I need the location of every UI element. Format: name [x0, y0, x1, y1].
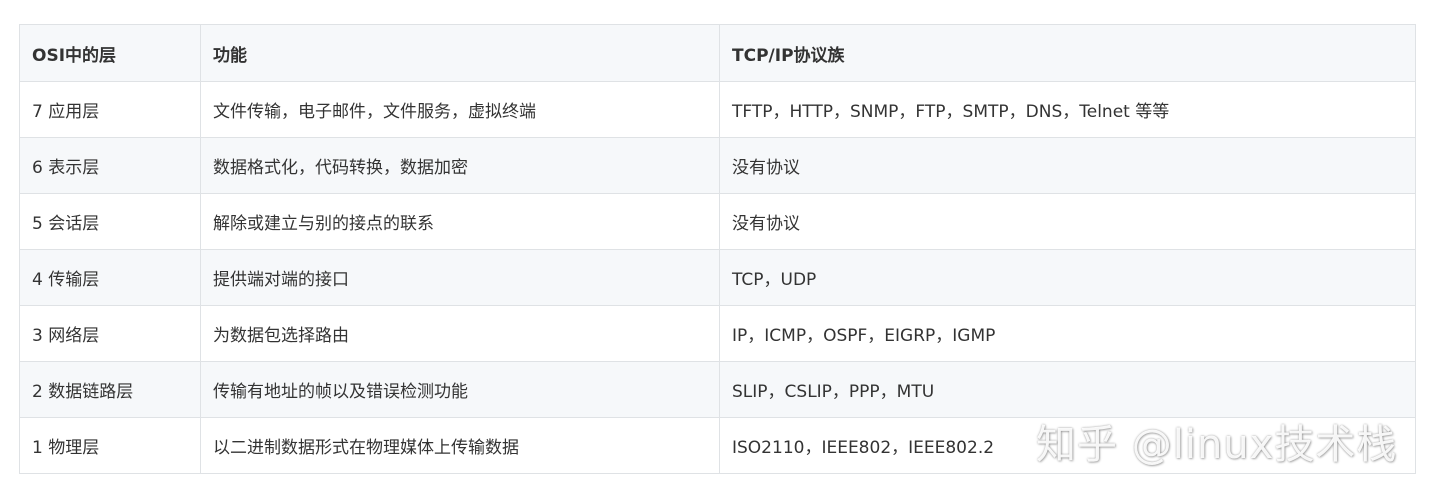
cell-layer: 4 传输层 — [19, 249, 201, 306]
cell-protocols: TFTP，HTTP，SNMP，FTP，SMTP，DNS，Telnet 等等 — [719, 81, 1416, 138]
cell-layer: 1 物理层 — [19, 417, 201, 474]
table-row: 6 表示层 数据格式化，代码转换，数据加密 没有协议 — [19, 137, 1416, 194]
osi-tcpip-table: OSI中的层 功能 TCP/IP协议族 7 应用层 文件传输，电子邮件，文件服务… — [19, 24, 1416, 474]
header-function: 功能 — [200, 24, 720, 82]
cell-protocols: 没有协议 — [719, 137, 1416, 194]
cell-function: 数据格式化，代码转换，数据加密 — [200, 137, 720, 194]
cell-function: 以二进制数据形式在物理媒体上传输数据 — [200, 417, 720, 474]
cell-layer: 2 数据链路层 — [19, 361, 201, 418]
cell-function: 为数据包选择路由 — [200, 305, 720, 362]
table-row: 5 会话层 解除或建立与别的接点的联系 没有协议 — [19, 193, 1416, 250]
cell-protocols: TCP，UDP — [719, 249, 1416, 306]
cell-protocols: SLIP，CSLIP，PPP，MTU — [719, 361, 1416, 418]
table-header-row: OSI中的层 功能 TCP/IP协议族 — [19, 24, 1416, 82]
cell-layer: 7 应用层 — [19, 81, 201, 138]
cell-protocols: IP，ICMP，OSPF，EIGRP，IGMP — [719, 305, 1416, 362]
table-row: 2 数据链路层 传输有地址的帧以及错误检测功能 SLIP，CSLIP，PPP，M… — [19, 361, 1416, 418]
zhihu-watermark: 知乎 @linux技术栈 — [1036, 422, 1398, 468]
cell-function: 传输有地址的帧以及错误检测功能 — [200, 361, 720, 418]
cell-layer: 6 表示层 — [19, 137, 201, 194]
cell-layer: 3 网络层 — [19, 305, 201, 362]
cell-layer: 5 会话层 — [19, 193, 201, 250]
osi-table-container: OSI中的层 功能 TCP/IP协议族 7 应用层 文件传输，电子邮件，文件服务… — [19, 24, 1416, 474]
table-row: 4 传输层 提供端对端的接口 TCP，UDP — [19, 249, 1416, 306]
cell-function: 文件传输，电子邮件，文件服务，虚拟终端 — [200, 81, 720, 138]
header-tcpip-protocols: TCP/IP协议族 — [719, 24, 1416, 82]
cell-function: 提供端对端的接口 — [200, 249, 720, 306]
header-osi-layer: OSI中的层 — [19, 24, 201, 82]
cell-protocols: 没有协议 — [719, 193, 1416, 250]
cell-function: 解除或建立与别的接点的联系 — [200, 193, 720, 250]
table-row: 3 网络层 为数据包选择路由 IP，ICMP，OSPF，EIGRP，IGMP — [19, 305, 1416, 362]
table-row: 7 应用层 文件传输，电子邮件，文件服务，虚拟终端 TFTP，HTTP，SNMP… — [19, 81, 1416, 138]
